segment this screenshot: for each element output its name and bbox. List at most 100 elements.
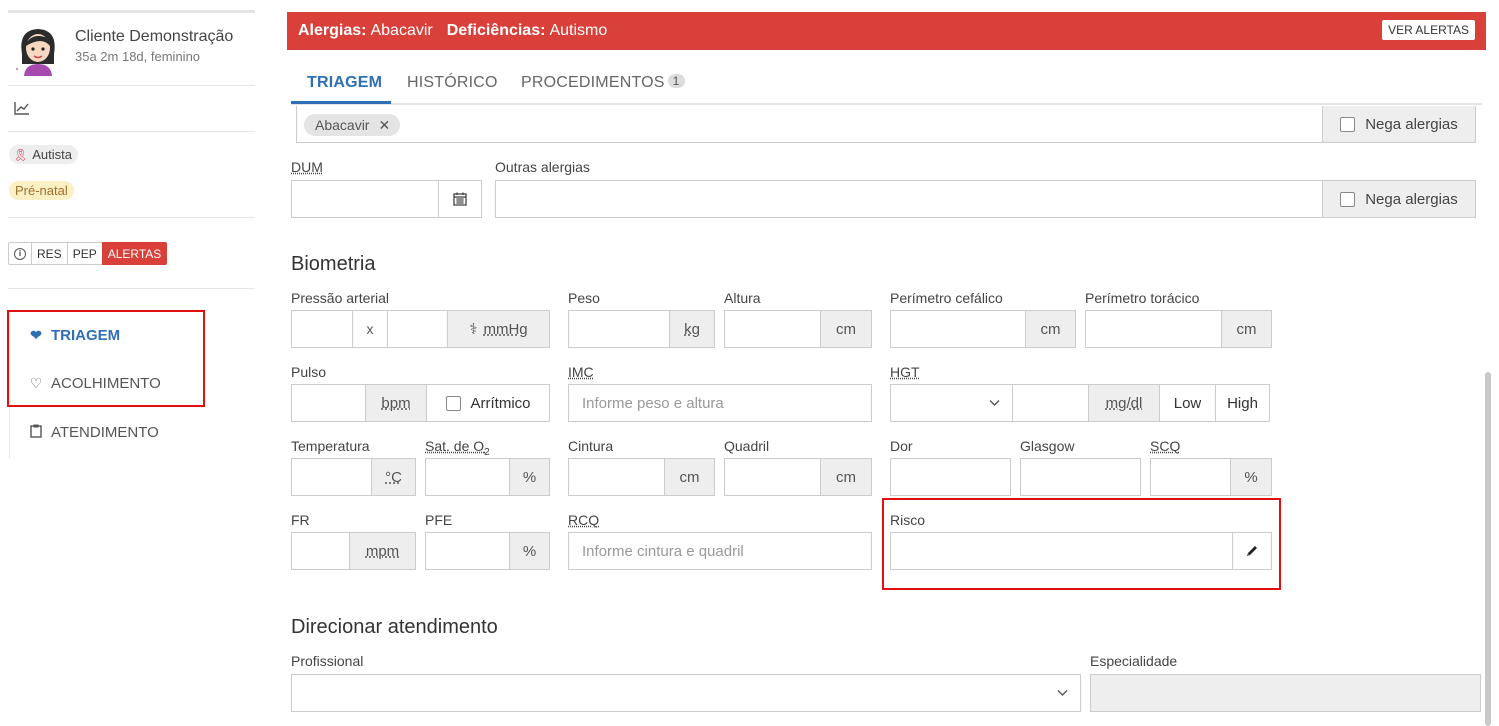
- high-button[interactable]: High: [1215, 384, 1270, 422]
- percent-addon: %: [509, 532, 550, 570]
- bpm-addon: bpm: [365, 384, 427, 422]
- pulso-label: Pulso: [291, 364, 327, 380]
- chevron-down-icon: [989, 400, 1000, 406]
- checkbox[interactable]: [1340, 191, 1356, 207]
- alergia-chip-label: Abacavir: [315, 117, 370, 133]
- checkbox[interactable]: [445, 395, 461, 411]
- celsius-addon: °C: [371, 458, 416, 496]
- cm-addon: cm: [820, 310, 872, 348]
- peso-input[interactable]: [568, 310, 670, 348]
- pulso-input[interactable]: [291, 384, 366, 422]
- fr-input[interactable]: [291, 532, 350, 570]
- nega-alergias-toggle[interactable]: Nega alergias: [1322, 106, 1476, 143]
- pfe-input[interactable]: [425, 532, 510, 570]
- checkbox[interactable]: [1340, 116, 1356, 132]
- outras-alergias-label: Outras alergias: [495, 159, 590, 175]
- scq-input[interactable]: [1150, 458, 1231, 496]
- nav-item-triagem[interactable]: ❤ TRIAGEM: [28, 327, 120, 344]
- nega-alergias-label: Nega alergias: [1365, 115, 1458, 133]
- scq-label: SCQ: [1150, 438, 1181, 454]
- heart-outline-icon: ♡: [29, 375, 43, 391]
- alergias-value: Abacavir: [370, 22, 433, 39]
- pressao-sistolica-input[interactable]: [291, 310, 353, 348]
- cintura-input[interactable]: [568, 458, 665, 496]
- quadril-label: Quadril: [724, 438, 770, 454]
- perimetro-cefalico-input[interactable]: [890, 310, 1026, 348]
- perimetro-cefalico-label: Perímetro cefálico: [890, 290, 1003, 306]
- dum-input[interactable]: [291, 180, 439, 218]
- tab-triagem[interactable]: TRIAGEM: [307, 74, 382, 92]
- pep-button[interactable]: PEP: [66, 242, 103, 265]
- rcq-label: RCQ: [568, 512, 600, 528]
- alergia-chip[interactable]: Abacavir ✕: [304, 114, 401, 136]
- main-tabs: TRIAGEM HISTÓRICO PROCEDIMENTOS 1: [291, 62, 1482, 105]
- pressao-separator: x: [352, 310, 388, 348]
- res-button[interactable]: RES: [31, 242, 68, 265]
- active-tab-indicator: [291, 101, 391, 104]
- ver-alertas-button[interactable]: VER ALERTAS: [1382, 20, 1475, 40]
- info-icon: i: [14, 247, 26, 260]
- outras-alergias-input[interactable]: [495, 180, 1323, 218]
- tab-procedimentos[interactable]: PROCEDIMENTOS 1: [521, 74, 685, 92]
- patient-meta: 35a 2m 18d, feminino: [75, 49, 201, 64]
- perimetro-toracico-input[interactable]: [1085, 310, 1222, 348]
- glasgow-input[interactable]: [1020, 458, 1141, 496]
- procedimentos-count-badge: 1: [667, 74, 685, 88]
- perimetro-toracico-label: Perímetro torácico: [1085, 290, 1200, 306]
- pressao-label: Pressão arterial: [291, 290, 390, 306]
- low-button[interactable]: Low: [1159, 384, 1216, 422]
- profissional-label: Profissional: [291, 653, 364, 669]
- nav-item-acolhimento[interactable]: ♡ ACOLHIMENTO: [28, 375, 161, 392]
- line-chart-icon[interactable]: [14, 101, 30, 115]
- cm-addon: cm: [1025, 310, 1076, 348]
- tab-historico[interactable]: HISTÓRICO: [407, 74, 498, 92]
- cm-addon: cm: [1221, 310, 1272, 348]
- alertas-button[interactable]: ALERTAS: [101, 242, 168, 265]
- sidebar-top-divider: [8, 10, 255, 13]
- sidebar: Cliente Demonstração 35a 2m 18d, feminin…: [0, 0, 258, 726]
- patient-name: Cliente Demonstração: [75, 28, 234, 45]
- alergias-select[interactable]: [296, 106, 1323, 143]
- profissional-select[interactable]: [291, 674, 1081, 712]
- nega-outras-alergias-toggle[interactable]: Nega alergias: [1322, 180, 1476, 218]
- mpm-addon: mpm: [349, 532, 416, 570]
- dor-input[interactable]: [890, 458, 1011, 496]
- hgt-label: HGT: [890, 364, 920, 380]
- arritmico-toggle[interactable]: Arrítmico: [426, 384, 550, 422]
- autista-label: Autista: [32, 147, 72, 162]
- pressao-diastolica-input[interactable]: [387, 310, 448, 348]
- fr-label: FR: [291, 512, 310, 528]
- saturacao-label: Sat. de O2: [425, 438, 490, 458]
- glasgow-label: Glasgow: [1020, 438, 1075, 454]
- altura-input[interactable]: [724, 310, 821, 348]
- alergias-label: Alergias:: [298, 22, 367, 39]
- temperatura-input[interactable]: [291, 458, 372, 496]
- calendar-button[interactable]: [438, 180, 482, 218]
- divider: [8, 288, 255, 289]
- mmhg-addon: ⚕ mmHg: [447, 310, 550, 348]
- awareness-ribbon-icon: 🎗: [13, 147, 29, 162]
- clipboard-icon: [28, 424, 44, 441]
- heartbeat-icon: ❤: [30, 327, 42, 343]
- divider: [8, 85, 255, 86]
- peso-label: Peso: [568, 290, 600, 306]
- hgt-input[interactable]: [1012, 384, 1089, 422]
- especialidade-label: Especialidade: [1090, 653, 1178, 669]
- direcionar-heading: Direcionar atendimento: [291, 616, 498, 638]
- imc-label: IMC: [568, 364, 594, 380]
- scrollbar[interactable]: [1485, 372, 1491, 726]
- saturacao-input[interactable]: [425, 458, 510, 496]
- cm-addon: cm: [820, 458, 872, 496]
- quadril-input[interactable]: [724, 458, 821, 496]
- mmhg-unit: mmHg: [483, 320, 528, 338]
- altura-label: Altura: [724, 290, 761, 306]
- dum-label: DUM: [291, 159, 323, 175]
- nav-item-label: ATENDIMENTO: [51, 424, 159, 441]
- nav-item-atendimento[interactable]: ATENDIMENTO: [28, 424, 159, 441]
- percent-addon: %: [1230, 458, 1272, 496]
- cintura-label: Cintura: [568, 438, 614, 454]
- info-button[interactable]: i: [8, 242, 32, 265]
- remove-chip-icon[interactable]: ✕: [378, 117, 390, 134]
- nega-alergias-label: Nega alergias: [1365, 190, 1458, 208]
- mgdl-addon: mg/dl: [1088, 384, 1160, 422]
